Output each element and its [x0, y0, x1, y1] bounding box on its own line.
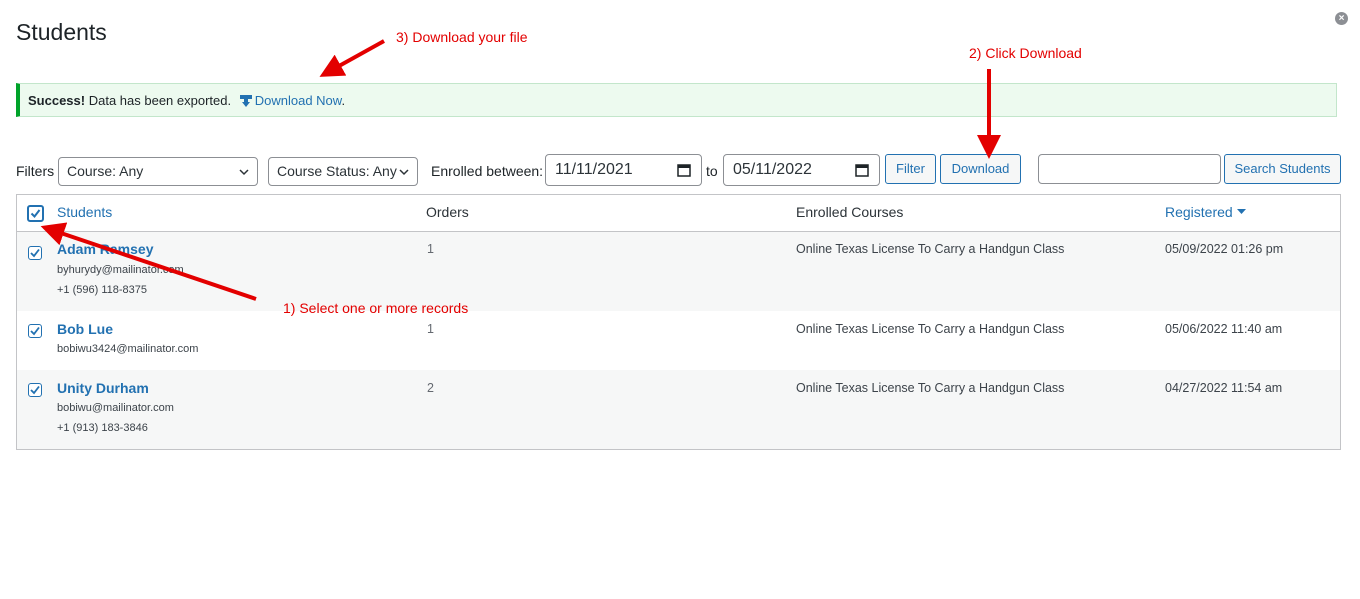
annotation-step3: 3) Download your file — [396, 29, 528, 45]
orders-count: 1 — [427, 242, 434, 256]
calendar-icon[interactable] — [855, 163, 869, 177]
course-status-select[interactable]: Course Status: Any — [268, 157, 418, 186]
success-notice: Success! Data has been exported. Downloa… — [16, 83, 1337, 117]
check-icon — [30, 326, 40, 336]
table-header: Students Orders Enrolled Courses Registe… — [17, 195, 1340, 232]
student-email: bobiwu3424@mailinator.com — [57, 343, 199, 355]
student-phone: +1 (913) 183-3846 — [57, 422, 148, 434]
download-now-link[interactable]: Download Now — [255, 93, 342, 108]
enrolled-course: Online Texas License To Carry a Handgun … — [796, 381, 1065, 395]
row-checkbox[interactable] — [28, 246, 42, 260]
table-row: Bob Lue bobiwu3424@mailinator.com 1 Onli… — [17, 311, 1340, 370]
student-email: bobiwu@mailinator.com — [57, 402, 174, 414]
date-from-value: 11/11/2021 — [555, 161, 633, 178]
notice-message: Data has been exported. — [88, 93, 232, 108]
registered-date: 05/09/2022 01:26 pm — [1165, 242, 1284, 256]
table-row: Adam Ramsey byhurydy@mailinator.com +1 (… — [17, 232, 1340, 311]
notice-strong: Success! — [28, 93, 86, 108]
page-title: Students — [16, 19, 107, 45]
select-all-checkbox[interactable] — [27, 205, 44, 222]
header-registered[interactable]: Registered — [1165, 204, 1246, 220]
notice-suffix: . — [341, 93, 346, 108]
check-icon — [30, 209, 41, 219]
annotation-step2: 2) Click Download — [969, 45, 1082, 61]
orders-count: 2 — [427, 381, 434, 395]
student-email: byhurydy@mailinator.com — [57, 264, 184, 276]
header-registered-label: Registered — [1165, 204, 1233, 220]
date-to-value: 05/11/2022 — [733, 161, 812, 178]
header-enrolled-courses: Enrolled Courses — [796, 204, 904, 220]
header-orders: Orders — [426, 204, 469, 220]
chevron-down-icon — [239, 169, 249, 176]
calendar-icon[interactable] — [677, 163, 691, 177]
table-row: Unity Durham bobiwu@mailinator.com +1 (9… — [17, 370, 1340, 449]
chevron-down-icon — [399, 169, 409, 176]
student-phone: +1 (596) 118-8375 — [57, 284, 148, 296]
student-name-link[interactable]: Bob Lue — [57, 321, 113, 337]
row-checkbox[interactable] — [28, 324, 42, 338]
date-from-input[interactable]: 11/11/2021 — [545, 154, 702, 186]
enrolled-between-label: Enrolled between: — [431, 163, 544, 179]
course-select[interactable]: Course: Any — [58, 157, 258, 186]
check-icon — [30, 248, 40, 258]
enrolled-course: Online Texas License To Carry a Handgun … — [796, 322, 1065, 336]
enrolled-course: Online Texas License To Carry a Handgun … — [796, 242, 1065, 256]
filters-label: Filters — [16, 163, 55, 179]
course-status-value: Course Status: Any — [277, 163, 397, 179]
orders-count: 1 — [427, 322, 434, 336]
course-select-value: Course: Any — [67, 163, 144, 179]
registered-date: 05/06/2022 11:40 am — [1165, 322, 1283, 336]
search-students-button[interactable]: Search Students — [1224, 154, 1341, 184]
check-icon — [30, 385, 40, 395]
to-label: to — [706, 163, 718, 179]
sort-desc-icon — [1236, 209, 1246, 214]
filter-button[interactable]: Filter — [885, 154, 936, 184]
search-input[interactable] — [1038, 154, 1221, 184]
download-icon[interactable] — [239, 94, 253, 108]
student-name-link[interactable]: Unity Durham — [57, 380, 149, 396]
students-table: Students Orders Enrolled Courses Registe… — [16, 194, 1341, 450]
annotation-step1: 1) Select one or more records — [283, 300, 469, 316]
row-checkbox[interactable] — [28, 383, 42, 397]
close-icon[interactable]: × — [1335, 12, 1348, 25]
download-button[interactable]: Download — [940, 154, 1021, 184]
header-students[interactable]: Students — [57, 204, 112, 220]
date-to-input[interactable]: 05/11/2022 — [723, 154, 880, 186]
student-name-link[interactable]: Adam Ramsey — [57, 241, 154, 257]
arrow-step3 — [319, 39, 385, 77]
registered-date: 04/27/2022 11:54 am — [1165, 381, 1283, 395]
